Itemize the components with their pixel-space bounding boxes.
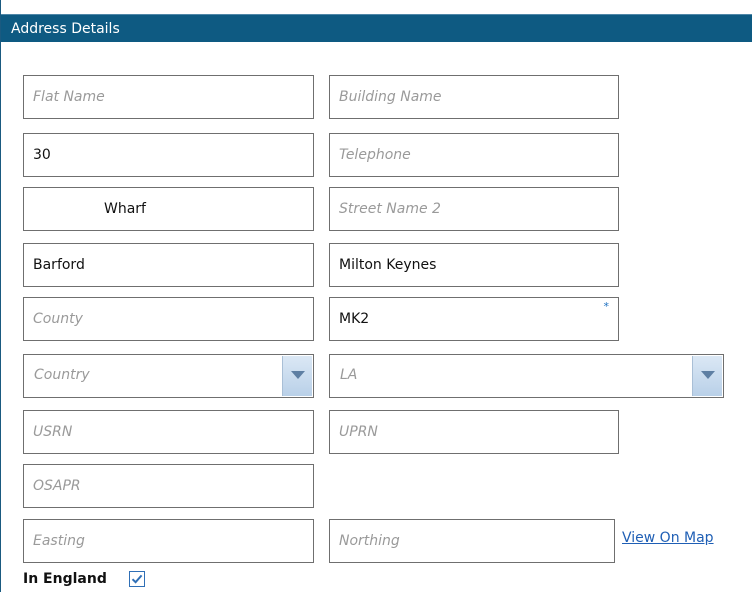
flat-name-field[interactable]	[23, 75, 314, 119]
required-marker: *	[603, 300, 610, 313]
northing-field[interactable]	[329, 519, 615, 563]
county-input[interactable]	[24, 298, 313, 340]
house-number-field[interactable]	[23, 133, 314, 177]
house-number-input[interactable]	[24, 134, 313, 176]
panel-title: Address Details	[11, 21, 120, 37]
street-name-field[interactable]	[23, 187, 314, 231]
country-select[interactable]: Country	[23, 354, 314, 398]
town-field[interactable]	[329, 243, 619, 287]
in-england-label: In England	[23, 571, 107, 587]
usrn-input[interactable]	[24, 411, 313, 453]
uprn-input[interactable]	[330, 411, 618, 453]
chevron-down-icon	[291, 371, 305, 379]
building-name-input[interactable]	[330, 76, 618, 118]
locality-field[interactable]	[23, 243, 314, 287]
in-england-checkbox[interactable]	[129, 571, 145, 587]
county-field[interactable]	[23, 297, 314, 341]
chevron-down-icon	[701, 371, 715, 379]
country-select-value: Country	[34, 367, 90, 383]
postcode-input[interactable]	[330, 298, 618, 340]
la-select-value: LA	[340, 367, 358, 383]
panel-header: Address Details	[1, 14, 752, 42]
uprn-field[interactable]	[329, 410, 619, 454]
view-on-map-link[interactable]: View On Map	[622, 530, 714, 546]
osapr-field[interactable]	[23, 464, 314, 508]
country-dropdown-button[interactable]	[282, 356, 312, 396]
street-name-2-field[interactable]	[329, 187, 619, 231]
address-details-panel: Address Details * Country	[0, 0, 752, 592]
town-input[interactable]	[330, 244, 618, 286]
checkmark-icon	[131, 574, 143, 584]
easting-field[interactable]	[23, 519, 314, 563]
la-select[interactable]: LA	[329, 354, 724, 398]
locality-input[interactable]	[24, 244, 313, 286]
telephone-input[interactable]	[330, 134, 618, 176]
la-dropdown-button[interactable]	[692, 356, 722, 396]
easting-input[interactable]	[24, 520, 313, 562]
building-name-field[interactable]	[329, 75, 619, 119]
postcode-field[interactable]: *	[329, 297, 619, 341]
osapr-input[interactable]	[24, 465, 313, 507]
street-name-input[interactable]	[24, 188, 313, 230]
telephone-field[interactable]	[329, 133, 619, 177]
street-name-2-input[interactable]	[330, 188, 618, 230]
northing-input[interactable]	[330, 520, 614, 562]
usrn-field[interactable]	[23, 410, 314, 454]
flat-name-input[interactable]	[24, 76, 313, 118]
